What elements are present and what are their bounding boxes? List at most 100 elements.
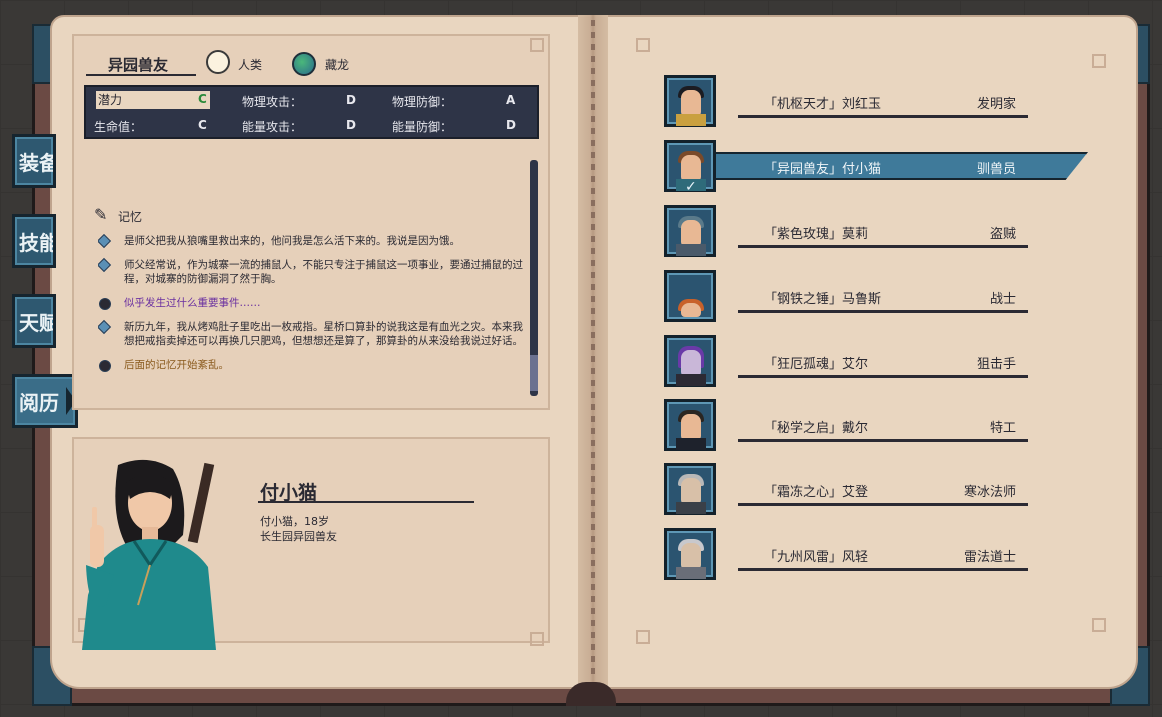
memory-item-text: 似乎发生过什么重要事件…… [124,297,261,309]
tab-talents-label: 天赋 [19,310,56,335]
memory-scroll-thumb[interactable] [530,355,538,391]
avatar-face [681,350,701,376]
roster-row-liu-hongyu[interactable]: 「机枢天才」刘红玉 发明家 [664,75,1094,129]
roster-row-feng-qing[interactable]: 「九州风雷」风轻 雷法道士 [664,528,1094,582]
exclamation-icon [99,298,111,310]
avatar-face [681,220,701,246]
tab-equipment[interactable]: 装备 [12,134,56,188]
avatar [664,75,716,127]
memory-item: 是师父把我从狼嘴里救出来的，他问我是怎么活下来的。我说是因为饿。 [98,234,526,249]
diamond-icon [98,257,112,273]
person-icon [206,50,230,74]
tab-skills[interactable]: 技能 [12,214,56,268]
diamond-icon [98,234,112,249]
spine-stitch [591,20,595,680]
avatar [664,335,716,387]
stat-phys-def-label: 物理防御： [392,95,453,109]
roster-underline [738,375,1028,378]
tab-skills-label: 技能 [19,230,56,255]
avatar-face [681,414,701,440]
roster-row-dell[interactable]: 「秘学之启」戴尔 特工 [664,399,1094,453]
avatar-face [681,155,701,181]
roster-row-aiden[interactable]: 「霜冻之心」艾登 寒冰法师 [664,463,1094,517]
character-description: 付小猫，18岁 长生园异园兽友 [260,514,337,544]
roster-title: 「机枢天才」刘红玉 [764,97,882,112]
roster-job: 盗贼 [989,227,1016,242]
character-age: 付小猫，18岁 [260,515,329,528]
avatar [664,270,716,322]
roster-underline [738,310,1028,313]
stat-energy-atk-grade: D [346,118,356,132]
roster-title: 「异园兽友」付小猫 [764,162,882,177]
roster-row-marus[interactable]: 「钢铁之锤」马鲁斯 战士 [664,270,1094,324]
roster-underline [738,115,1028,118]
stat-phys-atk-grade: D [346,93,356,107]
character-name-underline [258,501,474,503]
roster-underline [738,245,1028,248]
stat-potential-grade: C [198,92,207,106]
class-title-underline [86,74,196,76]
stat-energy-def-grade: D [506,118,516,132]
diamond-icon [98,319,112,335]
roster-job: 特工 [989,421,1016,436]
tab-history[interactable]: 阅历 [12,374,78,428]
roster-row-molly[interactable]: 「紫色玫瑰」莫莉 盗贼 [664,205,1094,259]
roster-underline [738,503,1028,506]
avatar-body [676,244,706,256]
globe-icon [292,52,316,76]
roster-row-el[interactable]: 「狂厄孤魂」艾尔 狙击手 [664,335,1094,389]
roster-title: 「紫色玫瑰」莫莉 [764,227,869,242]
check-icon: ✓ [685,179,697,195]
panel-corner-deco [530,632,544,646]
memory-item: 新历九年，我从烤鸡肚子里吃出一枚戒指。星桥口算卦的说我这是有血光之灾。本来我想把… [98,319,526,348]
roster-job: 发明家 [976,97,1016,112]
roster-row-fu-xiaomao[interactable]: ✓ 「异园兽友」付小猫 驯兽员 [664,140,1094,195]
avatar-face [681,543,701,569]
tab-history-label: 阅历 [19,390,59,415]
avatar [664,463,716,515]
memory-item-text: 是师父把我从狼嘴里救出来的，他问我是怎么活下来的。我说是因为饿。 [124,235,460,247]
roster-title: 「狂厄孤魂」艾尔 [764,357,869,372]
avatar: ✓ [664,140,716,195]
tab-equipment-label: 装备 [19,150,56,175]
page-corner-deco [1092,54,1106,68]
memory-item-event: 似乎发生过什么重要事件…… [98,296,526,310]
origin-label: 藏龙 [325,58,350,72]
character-portrait [78,455,223,650]
stats-table: 潜力 C 物理攻击： D 物理防御： A 生命值： C 能量攻击： D 能量防御… [84,85,539,139]
avatar-face [681,303,701,317]
stat-phys-def-grade: A [506,93,516,107]
roster-job: 狙击手 [976,357,1016,372]
memory-item-text: 后面的记忆开始紊乱。 [124,359,229,371]
stat-hp-grade: C [198,118,207,132]
question-icon [99,360,111,372]
memory-title: 记忆 [118,210,143,224]
memory-item-text: 新历九年，我从烤鸡肚子里吃出一枚戒指。星桥口算卦的说我这是有血光之灾。本来我想把… [124,321,523,347]
avatar-body [676,502,706,514]
page-corner-deco [636,630,650,644]
tab-talents[interactable]: 天赋 [12,294,56,348]
roster-job: 寒冰法师 [963,485,1016,500]
stat-potential: 潜力 C [96,91,210,109]
roster-title: 「秘学之启」戴尔 [764,421,869,436]
avatar [664,528,716,580]
roster-underline [738,439,1028,442]
race-label: 人类 [238,58,263,72]
roster-job: 驯兽员 [976,162,1016,177]
stat-phys-atk-label: 物理攻击： [242,95,303,109]
memory-scrollbar[interactable] [530,160,538,396]
stat-potential-label: 潜力 [98,93,123,107]
panel-corner-deco [530,38,544,52]
page-corner-deco [636,38,650,52]
avatar [664,399,716,451]
avatar-face [681,478,701,504]
class-title: 异园兽友 [108,56,169,74]
memory-list[interactable]: 是师父把我从狼嘴里救出来的，他问我是怎么活下来的。我说是因为饿。 师父经常说，作… [98,234,526,396]
avatar-face [681,90,701,116]
stat-energy-def-label: 能量防御： [392,120,453,134]
avatar-body [676,374,706,386]
memory-item-text: 师父经常说，作为城寨一流的捕鼠人，不能只专注于捕鼠这一项事业，要通过捕鼠的过程，… [124,259,523,285]
memory-item-chaos: 后面的记忆开始紊乱。 [98,358,526,372]
roster-title: 「九州风雷」风轻 [764,550,869,565]
roster-title: 「钢铁之锤」马鲁斯 [764,292,882,307]
